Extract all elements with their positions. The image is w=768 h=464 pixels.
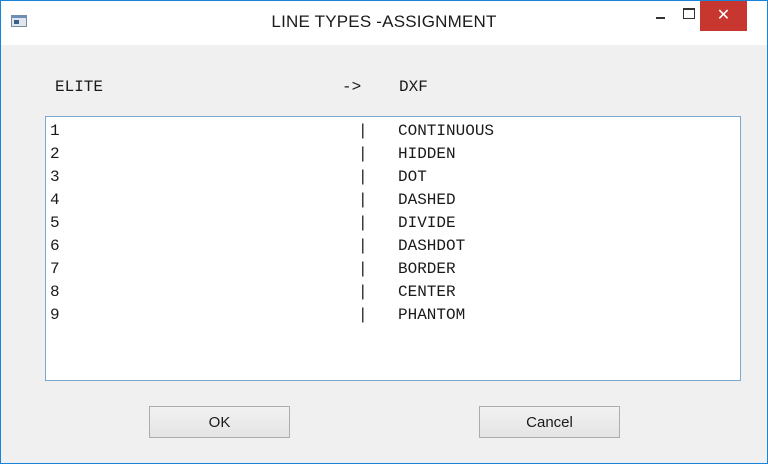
list-item[interactable]: 9 | PHANTOM <box>46 306 740 329</box>
ok-button[interactable]: OK <box>149 406 290 438</box>
column-separator: | <box>358 214 368 232</box>
elite-line-number: 5 <box>50 214 60 232</box>
elite-line-number: 9 <box>50 306 60 324</box>
dxf-line-type: DIVIDE <box>398 214 456 232</box>
cancel-button[interactable]: Cancel <box>479 406 620 438</box>
column-separator: | <box>358 283 368 301</box>
header-dxf-label: DXF <box>399 78 428 96</box>
dxf-line-type: CENTER <box>398 283 456 301</box>
header-elite-label: ELITE <box>55 78 104 96</box>
title-bar: LINE TYPES -ASSIGNMENT ✕ <box>1 1 767 45</box>
elite-line-number: 4 <box>50 191 60 209</box>
column-separator: | <box>358 306 368 324</box>
dxf-line-type: HIDDEN <box>398 145 456 163</box>
list-item[interactable]: 2 | HIDDEN <box>46 145 740 168</box>
line-type-list[interactable]: 1 | CONTINUOUS 2 | HIDDEN 3 | DOT 4 | DA… <box>45 116 741 381</box>
list-item[interactable]: 5 | DIVIDE <box>46 214 740 237</box>
list-item[interactable]: 3 | DOT <box>46 168 740 191</box>
column-separator: | <box>358 122 368 140</box>
close-icon: ✕ <box>716 5 731 24</box>
dxf-line-type: PHANTOM <box>398 306 466 324</box>
dialog-window: LINE TYPES -ASSIGNMENT ✕ ELITE -> DXF 1 … <box>0 0 768 464</box>
list-item[interactable]: 8 | CENTER <box>46 283 740 306</box>
column-separator: | <box>358 191 368 209</box>
dxf-line-type: DOT <box>398 168 427 186</box>
maximize-icon <box>683 8 695 19</box>
minimize-icon <box>656 17 665 19</box>
elite-line-number: 3 <box>50 168 60 186</box>
column-separator: | <box>358 260 368 278</box>
close-button[interactable]: ✕ <box>700 1 747 31</box>
dxf-line-type: CONTINUOUS <box>398 122 495 140</box>
elite-line-number: 7 <box>50 260 60 278</box>
minimize-button[interactable] <box>643 1 677 31</box>
elite-line-number: 2 <box>50 145 60 163</box>
list-item[interactable]: 6 | DASHDOT <box>46 237 740 260</box>
column-separator: | <box>358 168 368 186</box>
dxf-line-type: BORDER <box>398 260 456 278</box>
list-item[interactable]: 1 | CONTINUOUS <box>46 122 740 145</box>
dxf-line-type: DASHED <box>398 191 456 209</box>
elite-line-number: 6 <box>50 237 60 255</box>
list-item[interactable]: 4 | DASHED <box>46 191 740 214</box>
column-separator: | <box>358 237 368 255</box>
column-separator: | <box>358 145 368 163</box>
header-arrow: -> <box>342 78 362 96</box>
elite-line-number: 8 <box>50 283 60 301</box>
list-item[interactable]: 7 | BORDER <box>46 260 740 283</box>
elite-line-number: 1 <box>50 122 60 140</box>
dxf-line-type: DASHDOT <box>398 237 466 255</box>
